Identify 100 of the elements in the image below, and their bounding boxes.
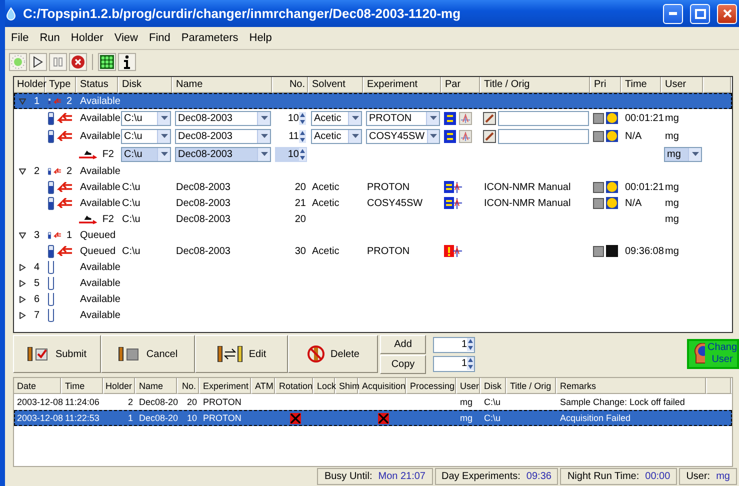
title-input[interactable] xyxy=(498,110,589,126)
table-cell-text: PROTON xyxy=(366,182,411,192)
priority-icon[interactable] xyxy=(593,246,604,256)
number-spinner[interactable]: 10 xyxy=(275,146,307,162)
sun-icon[interactable] xyxy=(606,181,618,193)
dropdown-arrow-icon[interactable] xyxy=(160,116,168,120)
table-cell-text: Sample Change: Lock off failed xyxy=(559,397,686,407)
submit-button[interactable]: Submit xyxy=(13,335,101,373)
name-dropdown[interactable]: Dec08-2003 xyxy=(175,128,271,144)
holder-row[interactable]: 1 2 Available xyxy=(14,93,732,109)
menu-item[interactable]: Holder xyxy=(70,32,104,44)
experiment-dropdown[interactable]: PROTON xyxy=(366,110,440,126)
solvent-dropdown[interactable]: Acetic xyxy=(311,128,362,144)
tube-check-icon xyxy=(27,347,50,361)
disk-dropdown[interactable]: C:\u xyxy=(121,128,171,144)
expanded-icon[interactable] xyxy=(19,232,26,238)
empty-tube-icon xyxy=(48,276,54,290)
close-button[interactable] xyxy=(717,4,737,24)
menu-item[interactable]: File xyxy=(11,32,29,44)
spinner-arrows-icon[interactable] xyxy=(467,357,474,370)
log-row[interactable]: 2003-12-08 11:22:53 1 Dec08-20 10 PROTON mg C:\u Acquisition Failed xyxy=(14,410,732,426)
collapsed-icon[interactable] xyxy=(19,312,26,318)
change-user-button[interactable]: Chang User xyxy=(687,339,739,369)
copy-count-spinner[interactable]: 1 xyxy=(433,356,475,372)
double-arrow-icon xyxy=(56,246,72,256)
empty-tube-icon xyxy=(48,308,54,322)
dropdown-arrow-icon[interactable] xyxy=(430,116,436,120)
grid-icon[interactable] xyxy=(98,53,116,71)
delete-button[interactable]: Delete xyxy=(288,335,378,373)
user-dropdown[interactable]: mg xyxy=(664,146,702,162)
maximize-button[interactable] xyxy=(690,4,710,24)
menu-item[interactable]: Find xyxy=(148,32,170,44)
title-input[interactable] xyxy=(498,128,589,144)
parameter-icon[interactable] xyxy=(444,181,462,193)
cancel-button[interactable]: Cancel xyxy=(101,335,195,373)
double-arrow-icon xyxy=(56,131,72,141)
expanded-icon[interactable] xyxy=(19,168,26,174)
dropdown-arrow-icon[interactable] xyxy=(260,134,268,138)
parameter-icon[interactable] xyxy=(444,197,462,209)
solvent-dropdown[interactable]: Acetic xyxy=(311,110,362,126)
tube-swap-icon xyxy=(216,346,243,362)
table-cell-text: Dec08-20 xyxy=(138,413,178,423)
sun-icon[interactable] xyxy=(606,130,618,142)
name-dropdown[interactable]: Dec08-2003 xyxy=(175,146,271,162)
disk-dropdown[interactable]: C:\u xyxy=(121,110,171,126)
dropdown-arrow-icon[interactable] xyxy=(352,116,358,120)
priority-icon[interactable] xyxy=(593,112,604,124)
dropdown-arrow-icon[interactable] xyxy=(352,134,358,138)
spinner-arrows-icon[interactable] xyxy=(299,112,306,124)
table-cell-text: N/A xyxy=(624,198,643,208)
table-cell-text: C:\u xyxy=(121,182,142,192)
parameters-button-icon[interactable] xyxy=(444,130,456,142)
parameter-warning-icon[interactable] xyxy=(444,245,462,257)
collapsed-icon[interactable] xyxy=(19,280,26,286)
play-icon[interactable] xyxy=(29,53,47,71)
spinner-arrows-icon[interactable] xyxy=(299,148,306,160)
edit-button[interactable]: Edit xyxy=(195,335,288,373)
sample-tube-icon xyxy=(48,244,54,258)
disk-dropdown[interactable]: C:\u xyxy=(121,146,171,162)
copy-button[interactable]: Copy xyxy=(380,354,426,374)
table-cell-text: mg xyxy=(664,112,680,124)
dropdown-arrow-icon[interactable] xyxy=(260,116,268,120)
spinner-arrows-icon[interactable] xyxy=(299,130,306,142)
status-label: Busy Until: xyxy=(324,471,372,482)
dropdown-arrow-icon[interactable] xyxy=(160,134,168,138)
pencil-button-icon[interactable] xyxy=(483,130,496,142)
dropdown-arrow-icon[interactable] xyxy=(430,134,437,138)
dropdown-arrow-icon[interactable] xyxy=(692,152,698,156)
dropdown-arrow-icon[interactable] xyxy=(160,152,168,156)
pencil-button-icon[interactable] xyxy=(483,112,496,124)
menu-item[interactable]: View xyxy=(114,32,138,44)
add-button[interactable]: Add xyxy=(380,334,426,354)
parameters-button-icon[interactable] xyxy=(444,112,456,124)
status-value: 09:36 xyxy=(526,471,552,482)
menu-item[interactable]: Parameters xyxy=(181,32,238,44)
experiment-dropdown[interactable]: COSY45SW xyxy=(366,128,440,144)
menu-item[interactable]: Run xyxy=(40,32,60,44)
dropdown-arrow-icon[interactable] xyxy=(260,152,268,156)
tube-square-icon xyxy=(118,347,140,361)
minimize-button[interactable] xyxy=(663,4,683,24)
info-icon[interactable] xyxy=(118,53,136,71)
stop-icon[interactable] xyxy=(69,53,87,71)
add-count-spinner[interactable]: 1 xyxy=(433,336,475,352)
table-cell-text: 1 xyxy=(126,413,134,423)
table-cell-text: 10 xyxy=(186,413,198,423)
table-cell-text: Queued xyxy=(79,230,117,240)
collapsed-icon[interactable] xyxy=(19,296,26,302)
table-cell-text: Available xyxy=(79,112,119,124)
priority-icon[interactable] xyxy=(593,198,604,208)
table-cell-text: Available xyxy=(79,130,119,142)
sun-icon[interactable] xyxy=(606,197,618,209)
sun-icon[interactable] xyxy=(606,112,618,124)
minimize-icon xyxy=(669,12,677,15)
table-cell-text: C:\u xyxy=(483,397,502,407)
collapsed-icon[interactable] xyxy=(19,264,26,270)
priority-icon[interactable] xyxy=(593,182,604,192)
priority-icon[interactable] xyxy=(593,130,604,142)
spinner-arrows-icon[interactable] xyxy=(467,338,474,351)
name-dropdown[interactable]: Dec08-2003 xyxy=(175,110,271,126)
menu-item[interactable]: Help xyxy=(249,32,272,44)
